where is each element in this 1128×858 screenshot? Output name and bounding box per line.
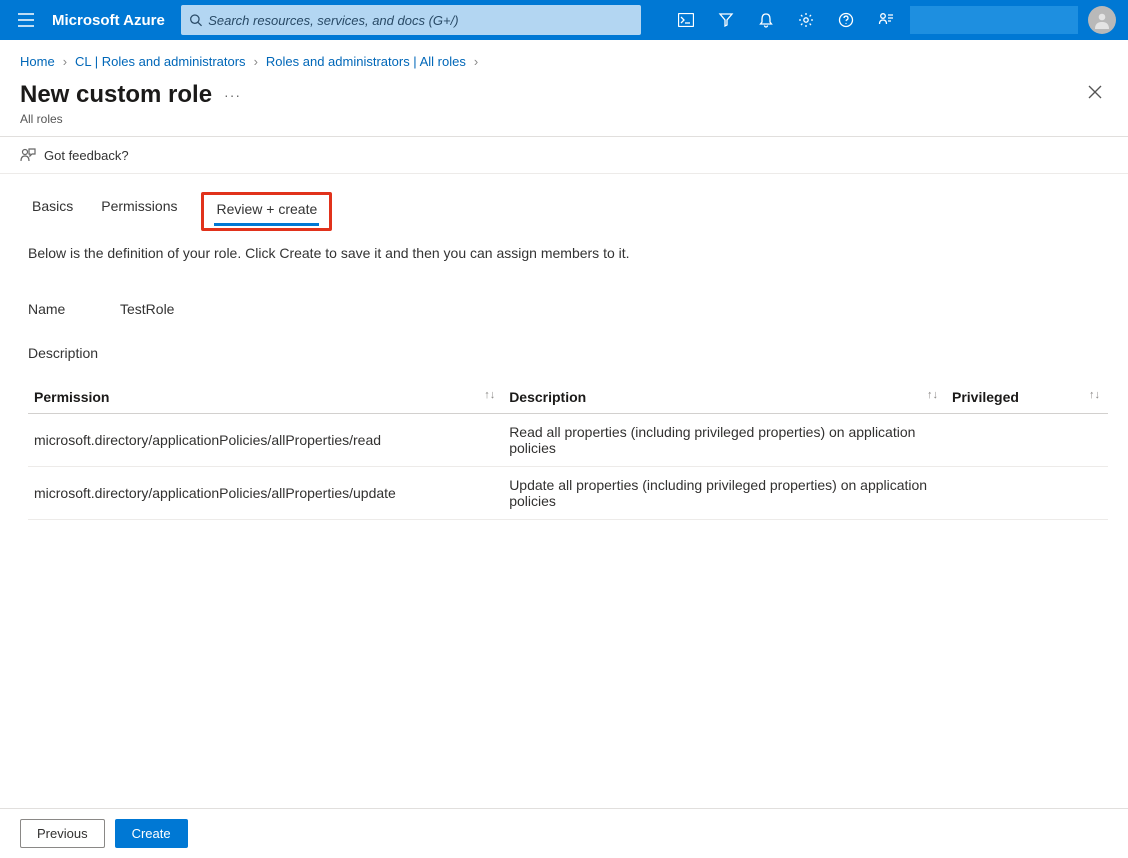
tab-permissions[interactable]: Permissions [97, 192, 181, 222]
hamburger-menu-icon[interactable] [6, 0, 46, 40]
helper-text: Below is the definition of your role. Cl… [0, 231, 1128, 267]
breadcrumb-item-1[interactable]: CL | Roles and administrators [75, 54, 246, 69]
permissions-table: Permission ↑↓ Description ↑↓ Privileged … [28, 381, 1108, 520]
cloud-shell-icon[interactable] [666, 0, 706, 40]
table-row[interactable]: microsoft.directory/applicationPolicies/… [28, 414, 1108, 467]
chevron-right-icon: › [474, 54, 478, 69]
name-row: Name TestRole [0, 267, 1128, 319]
feedback-label: Got feedback? [44, 148, 129, 163]
permissions-table-wrap: Permission ↑↓ Description ↑↓ Privileged … [0, 363, 1128, 520]
settings-icon[interactable] [786, 0, 826, 40]
col-permission[interactable]: Permission ↑↓ [28, 381, 503, 414]
tabs: Basics Permissions Review + create [0, 174, 1128, 231]
help-icon[interactable] [826, 0, 866, 40]
col-privileged[interactable]: Privileged ↑↓ [946, 381, 1108, 414]
sort-icon[interactable]: ↑↓ [927, 389, 938, 401]
chevron-right-icon: › [254, 54, 258, 69]
feedback-top-icon[interactable] [866, 0, 906, 40]
breadcrumb-home[interactable]: Home [20, 54, 55, 69]
directory-filter-icon[interactable] [706, 0, 746, 40]
search-box[interactable] [181, 5, 641, 35]
previous-button[interactable]: Previous [20, 819, 105, 848]
more-actions-icon[interactable]: ··· [224, 87, 241, 103]
cell-permission: microsoft.directory/applicationPolicies/… [28, 467, 503, 520]
cell-permission: microsoft.directory/applicationPolicies/… [28, 414, 503, 467]
description-row: Description [0, 319, 1128, 363]
search-input[interactable] [208, 13, 633, 28]
chevron-right-icon: › [63, 54, 67, 69]
cell-privileged [946, 414, 1108, 467]
page-title: New custom role [20, 81, 212, 109]
top-bar: Microsoft Azure [0, 0, 1128, 40]
cell-description: Read all properties (including privilege… [503, 414, 946, 467]
tab-basics[interactable]: Basics [28, 192, 77, 222]
page-subtitle: All roles [0, 110, 1128, 136]
notifications-icon[interactable] [746, 0, 786, 40]
tab-review-create-highlight: Review + create [201, 192, 332, 231]
feedback-link[interactable]: Got feedback? [0, 137, 1128, 174]
search-container [181, 5, 641, 35]
cell-privileged [946, 467, 1108, 520]
description-label: Description [28, 345, 120, 361]
cell-description: Update all properties (including privile… [503, 467, 946, 520]
col-description[interactable]: Description ↑↓ [503, 381, 946, 414]
sort-icon[interactable]: ↑↓ [1089, 389, 1100, 401]
name-value: TestRole [120, 301, 174, 317]
brand-label[interactable]: Microsoft Azure [46, 12, 181, 29]
user-avatar[interactable] [1088, 6, 1116, 34]
footer-bar: Previous Create [0, 808, 1128, 858]
tab-review-create[interactable]: Review + create [214, 199, 319, 226]
account-placeholder[interactable] [910, 6, 1078, 34]
create-button[interactable]: Create [115, 819, 188, 848]
sort-icon[interactable]: ↑↓ [484, 389, 495, 401]
name-label: Name [28, 301, 120, 317]
title-row: New custom role ··· [0, 75, 1128, 110]
table-row[interactable]: microsoft.directory/applicationPolicies/… [28, 467, 1108, 520]
breadcrumb-item-2[interactable]: Roles and administrators | All roles [266, 54, 466, 69]
person-feedback-icon [20, 147, 36, 163]
search-icon [189, 13, 202, 27]
breadcrumb: Home › CL | Roles and administrators › R… [0, 40, 1128, 75]
close-blade-button[interactable] [1082, 79, 1108, 110]
